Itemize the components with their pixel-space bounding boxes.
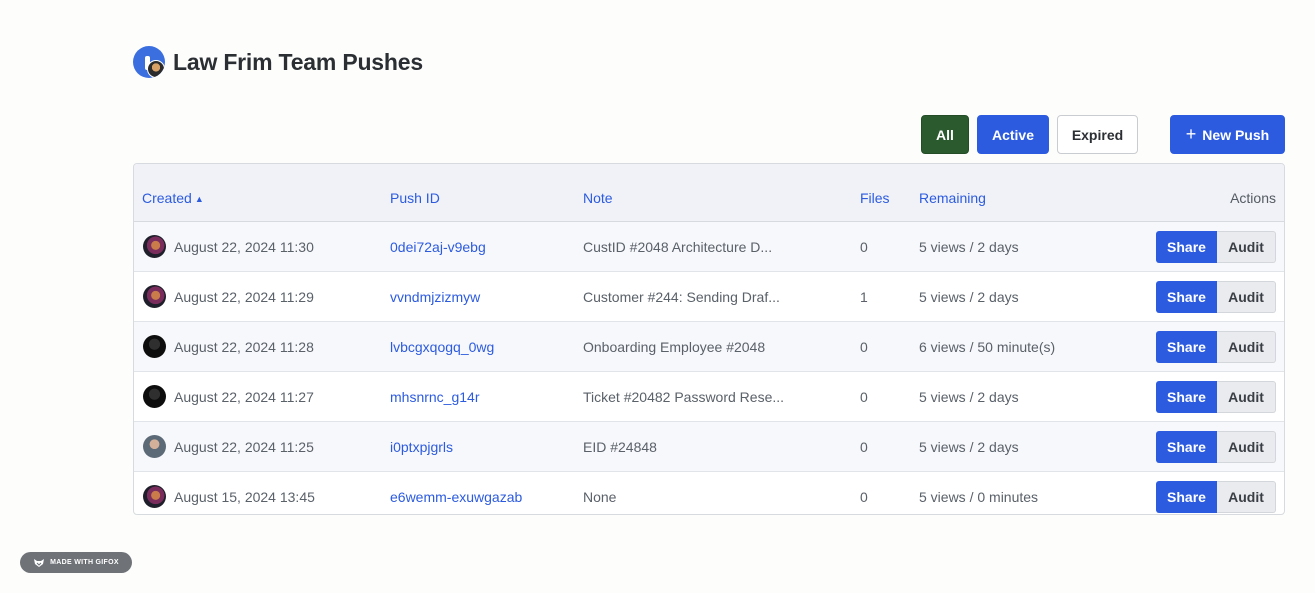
remaining-cell: 6 views / 50 minute(s) [919, 339, 1056, 355]
column-note[interactable]: Note [583, 190, 613, 206]
files-cell: 0 [860, 439, 868, 455]
user-avatar [143, 235, 166, 258]
table-row: August 22, 2024 11:27 mhsnrnc_g14r Ticke… [134, 372, 1284, 422]
column-created[interactable]: Created ▲ [142, 190, 204, 206]
share-button[interactable]: Share [1156, 481, 1217, 513]
audit-button[interactable]: Audit [1217, 231, 1276, 263]
row-actions: Share Audit [1156, 481, 1276, 513]
share-button[interactable]: Share [1156, 381, 1217, 413]
team-avatar [133, 46, 165, 78]
push-id-link[interactable]: mhsnrnc_g14r [390, 389, 480, 405]
table-row: August 22, 2024 11:25 i0ptxpjgrls EID #2… [134, 422, 1284, 472]
push-id-link[interactable]: vvndmjzizmyw [390, 289, 480, 305]
page-title: Law Frim Team Pushes [173, 48, 423, 75]
push-id-link[interactable]: 0dei72aj-v9ebg [390, 239, 486, 255]
user-avatar [143, 485, 166, 508]
files-cell: 0 [860, 389, 868, 405]
push-id-link[interactable]: lvbcgxqogq_0wg [390, 339, 494, 355]
files-cell: 0 [860, 239, 868, 255]
new-push-button[interactable]: + New Push [1170, 115, 1285, 154]
files-cell: 0 [860, 339, 868, 355]
pushes-table: Created ▲ Push ID Note Files Remaining Ac… [133, 163, 1285, 515]
row-actions: Share Audit [1156, 431, 1276, 463]
created-cell: August 22, 2024 11:25 [174, 439, 314, 455]
new-push-label: New Push [1202, 126, 1270, 143]
column-push-id[interactable]: Push ID [390, 190, 440, 206]
column-files[interactable]: Files [860, 190, 890, 206]
filter-all-button[interactable]: All [921, 115, 969, 154]
plus-icon: + [1185, 123, 1197, 144]
audit-button[interactable]: Audit [1217, 381, 1276, 413]
column-actions: Actions [1230, 190, 1276, 206]
files-cell: 0 [860, 489, 868, 505]
column-remaining[interactable]: Remaining [919, 190, 986, 206]
remaining-cell: 5 views / 2 days [919, 439, 1019, 455]
row-actions: Share Audit [1156, 331, 1276, 363]
user-avatar [143, 285, 166, 308]
note-cell: Customer #244: Sending Draf... [583, 289, 780, 305]
filter-active-button[interactable]: Active [977, 115, 1049, 154]
share-button[interactable]: Share [1156, 331, 1217, 363]
note-cell: Ticket #20482 Password Rese... [583, 389, 785, 405]
audit-button[interactable]: Audit [1217, 281, 1276, 313]
push-id-link[interactable]: i0ptxpjgrls [390, 439, 453, 455]
created-cell: August 22, 2024 11:30 [174, 239, 314, 255]
created-cell: August 15, 2024 13:45 [174, 489, 315, 505]
remaining-cell: 5 views / 2 days [919, 389, 1019, 405]
remaining-cell: 5 views / 2 days [919, 289, 1019, 305]
row-actions: Share Audit [1156, 231, 1276, 263]
user-avatar [143, 435, 166, 458]
note-cell: CustID #2048 Architecture D... [583, 239, 773, 255]
push-id-link[interactable]: e6wemm-exuwgazab [390, 489, 522, 505]
filter-expired-button[interactable]: Expired [1057, 115, 1138, 154]
created-cell: August 22, 2024 11:27 [174, 389, 314, 405]
fox-icon [34, 558, 45, 567]
row-actions: Share Audit [1156, 281, 1276, 313]
watermark-label: MADE WITH GIFOX [50, 559, 119, 566]
column-created-label: Created [142, 190, 192, 206]
user-avatar [143, 335, 166, 358]
gifox-watermark: MADE WITH GIFOX [20, 552, 132, 573]
note-cell: EID #24848 [583, 439, 657, 455]
created-cell: August 22, 2024 11:29 [174, 289, 314, 305]
audit-button[interactable]: Audit [1217, 331, 1276, 363]
files-cell: 1 [860, 289, 868, 305]
remaining-cell: 5 views / 0 minutes [919, 489, 1039, 505]
sort-ascending-icon: ▲ [194, 194, 204, 204]
page-header: Law Frim Team Pushes [133, 46, 423, 78]
audit-button[interactable]: Audit [1217, 431, 1276, 463]
audit-button[interactable]: Audit [1217, 481, 1276, 513]
share-button[interactable]: Share [1156, 281, 1217, 313]
table-row: August 22, 2024 11:28 lvbcgxqogq_0wg Onb… [134, 322, 1284, 372]
created-cell: August 22, 2024 11:28 [174, 339, 314, 355]
row-actions: Share Audit [1156, 381, 1276, 413]
share-button[interactable]: Share [1156, 431, 1217, 463]
share-button[interactable]: Share [1156, 231, 1217, 263]
table-header: Created ▲ Push ID Note Files Remaining Ac… [134, 164, 1284, 222]
user-avatar [143, 385, 166, 408]
table-row: August 15, 2024 13:45 e6wemm-exuwgazab N… [134, 472, 1284, 514]
table-row: August 22, 2024 11:29 vvndmjzizmyw Custo… [134, 272, 1284, 322]
table-row: August 22, 2024 11:30 0dei72aj-v9ebg Cus… [134, 222, 1284, 272]
note-cell: Onboarding Employee #2048 [583, 339, 766, 355]
note-cell: None [583, 489, 617, 505]
remaining-cell: 5 views / 2 days [919, 239, 1019, 255]
